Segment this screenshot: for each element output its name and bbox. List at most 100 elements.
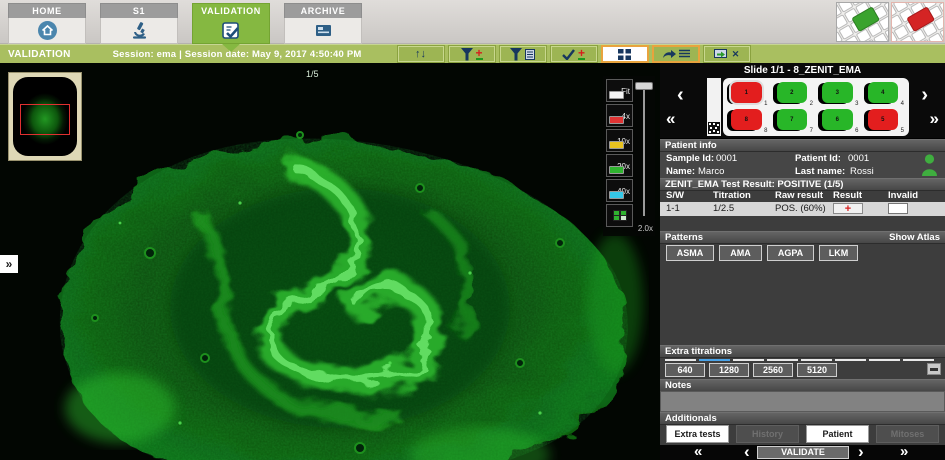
zoom-slider-handle[interactable] <box>635 82 653 90</box>
objective-buttons: Fit 4x 10x 20x 40x <box>603 76 633 236</box>
toolbar-title: VALIDATION <box>8 49 71 60</box>
well-4[interactable]: 44 <box>863 80 907 107</box>
sample-id-label: Sample Id: <box>666 153 714 164</box>
first-slide-button[interactable]: « <box>694 443 702 460</box>
titration-1280-button[interactable]: 1280 <box>709 363 749 377</box>
toolbar-buttons: ↑↓ + + ✕ <box>398 46 750 62</box>
well-1[interactable]: 11 <box>726 80 770 107</box>
raw-result-value: POS. (60%) <box>775 202 826 216</box>
tab-archive-label: ARCHIVE <box>284 3 362 18</box>
next-slide-button[interactable]: › <box>858 443 864 460</box>
fit-zoom-button[interactable]: Fit <box>606 79 633 102</box>
well-7[interactable]: 77 <box>772 107 816 134</box>
zoom-panel: Fit 4x 10x 20x 40x 2.0x <box>603 76 655 236</box>
notes-input[interactable] <box>660 391 945 412</box>
validate-button[interactable]: VALIDATE <box>757 446 849 459</box>
col-invalid: Invalid <box>888 190 918 201</box>
history-button[interactable]: History <box>736 425 799 443</box>
extra-tests-button[interactable]: Extra tests <box>666 425 729 443</box>
funnel-icon <box>461 48 473 61</box>
result-positive-button[interactable]: + <box>833 203 863 214</box>
titration-slot-line <box>767 359 798 361</box>
sort-button[interactable]: ↑↓ <box>398 46 444 62</box>
col-sw: S/W <box>666 190 684 201</box>
pattern-ama-button[interactable]: AMA <box>719 245 762 261</box>
objective-band-icon <box>609 191 624 199</box>
close-screen-button[interactable]: ✕ <box>704 46 750 62</box>
zoom-20x-button[interactable]: 20x <box>606 154 633 177</box>
home-icon <box>8 18 86 44</box>
worklist-icon <box>525 49 535 60</box>
zoom-4x-button[interactable]: 4x <box>606 104 633 127</box>
objective-band-icon <box>609 141 624 149</box>
prev-slide-button[interactable]: ‹ <box>744 443 750 460</box>
titration-640-button[interactable]: 640 <box>665 363 705 377</box>
patient-id-value: 0001 <box>848 153 869 164</box>
invalid-checkbox[interactable] <box>888 203 908 214</box>
zoom-10x-button[interactable]: 10x <box>606 129 633 152</box>
patient-person-icon[interactable] <box>921 154 938 177</box>
well-5[interactable]: 55 <box>863 107 907 134</box>
last-slide-button[interactable]: » <box>900 443 908 460</box>
prev-well-button[interactable]: ‹ <box>677 85 684 105</box>
grid-icon <box>618 49 631 60</box>
monitor-icon <box>714 49 729 60</box>
thumbnail-roi-rectangle[interactable] <box>20 104 70 135</box>
left-panel-expander[interactable]: » <box>0 255 18 273</box>
next-well-button[interactable]: › <box>921 85 928 105</box>
titration-slot-line <box>733 359 764 361</box>
titration-slot-line <box>903 359 934 361</box>
sort-arrows-icon: ↑↓ <box>415 49 426 60</box>
titration-5120-button[interactable]: 5120 <box>797 363 837 377</box>
zoom-slider[interactable]: 2.0x <box>633 76 655 236</box>
last-well-button[interactable]: » <box>930 110 939 127</box>
zenit-validation-app: HOME S1 VALIDATION ARCHIVE <box>0 0 945 460</box>
fluorescence-image <box>0 63 660 460</box>
well-8[interactable]: 88 <box>726 107 770 134</box>
tab-validation[interactable]: VALIDATION <box>192 3 270 44</box>
validate-positive-button[interactable]: + <box>551 46 597 62</box>
pattern-lkm-button[interactable]: LKM <box>819 245 858 261</box>
patient-info: Sample Id: 0001 Patient Id: 0001 Name: M… <box>660 152 945 178</box>
well-6[interactable]: 66 <box>817 107 861 134</box>
titration-slot-line <box>665 359 696 361</box>
patient-button[interactable]: Patient <box>806 425 869 443</box>
titration-value: 1/2.5 <box>713 202 734 216</box>
tab-archive[interactable]: ARCHIVE <box>284 3 362 44</box>
objective-band-icon <box>609 91 624 99</box>
well-2[interactable]: 22 <box>772 80 816 107</box>
grid-view-icon <box>613 210 627 221</box>
bottom-navigation: « ‹ VALIDATE › » <box>660 445 945 460</box>
patient-id-label: Patient Id: <box>795 153 841 164</box>
zoom-value: 2.0x <box>638 224 653 233</box>
well-grid: 11 22 33 44 88 77 66 55 <box>723 78 909 136</box>
tab-s1[interactable]: S1 <box>100 3 178 44</box>
pattern-asma-button[interactable]: ASMA <box>666 245 714 261</box>
keyboard-green-key-icon[interactable] <box>836 2 889 42</box>
zoom-40x-button[interactable]: 40x <box>606 179 633 202</box>
pattern-agpa-button[interactable]: AGPA <box>767 245 814 261</box>
overview-thumbnail[interactable] <box>8 72 82 161</box>
filter-positive-button[interactable]: + <box>449 46 495 62</box>
result-table-row[interactable]: 1-1 1/2.5 POS. (60%) + <box>660 202 945 216</box>
filter-worklist-button[interactable] <box>500 46 546 62</box>
mitoses-button[interactable]: Mitoses <box>876 425 939 443</box>
funnel-icon <box>510 48 522 61</box>
multi-field-view-button[interactable] <box>606 204 633 227</box>
titration-2560-button[interactable]: 2560 <box>753 363 793 377</box>
well-3[interactable]: 33 <box>817 80 861 107</box>
red-plus-icon: + <box>476 49 483 60</box>
forward-arrow-icon <box>662 49 676 60</box>
slide-viewer[interactable]: 1/5 Fit 4x 10x 20x 40x 2.0x <box>0 63 660 460</box>
additionals-buttons: Extra tests History Patient Mitoses <box>660 424 945 445</box>
send-worklist-button[interactable] <box>653 46 699 62</box>
titrations-collapse-button[interactable] <box>927 363 941 375</box>
result-panel: Slide 1/1 - 8_ZENIT_EMA ‹ « › » 11 22 33… <box>660 63 945 460</box>
tab-home[interactable]: HOME <box>8 3 86 44</box>
grid-view-button[interactable] <box>602 46 648 62</box>
thumbnail-well <box>13 77 77 156</box>
tab-s1-label: S1 <box>100 3 178 18</box>
keyboard-red-key-icon[interactable] <box>891 2 944 42</box>
archive-folder-icon <box>284 18 362 44</box>
first-well-button[interactable]: « <box>666 110 675 127</box>
